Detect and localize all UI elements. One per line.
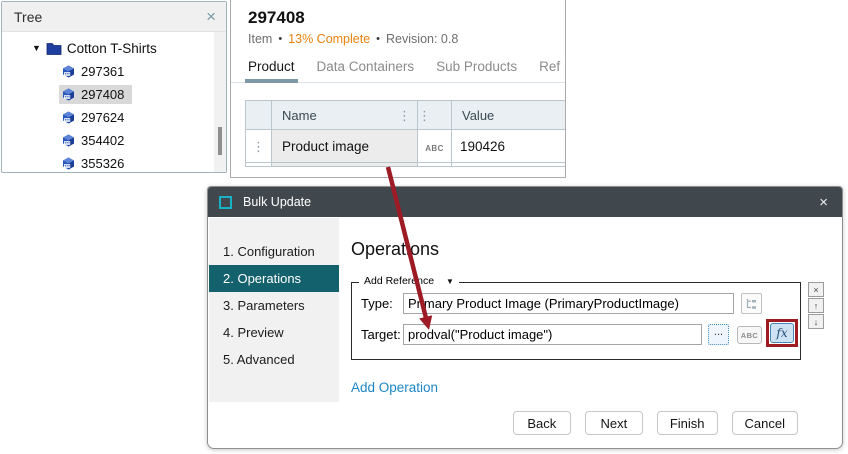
dialog-title: Bulk Update xyxy=(243,195,819,209)
move-up-button[interactable]: ↑ xyxy=(808,298,824,313)
tree-picker-button[interactable] xyxy=(741,293,762,314)
name-column-header: Name xyxy=(282,108,317,123)
step-parameters[interactable]: 3. Parameters xyxy=(209,292,339,319)
step-configuration[interactable]: 1. Configuration xyxy=(209,238,339,265)
bulk-update-dialog: Bulk Update × 1. Configuration 2. Operat… xyxy=(207,186,843,449)
add-operation-link[interactable]: Add Operation xyxy=(351,380,438,395)
tab-product[interactable]: Product xyxy=(248,59,295,82)
tab-bar: Product Data Containers Sub Products Ref xyxy=(231,59,565,83)
attribute-table: Name ⋮ ⋮ Value ⋮ Product image ABC xyxy=(245,100,566,167)
completion-status: 13% Complete xyxy=(288,32,370,46)
folder-icon xyxy=(46,42,62,55)
operation-type-selector[interactable]: Add Reference ▼ xyxy=(359,275,459,287)
back-button[interactable]: Back xyxy=(513,411,571,435)
item-cube-icon xyxy=(61,133,76,148)
tree-item-label: 297408 xyxy=(81,87,124,102)
tree-item-355326[interactable]: 355326 xyxy=(2,152,226,172)
item-type-label: Item xyxy=(248,32,272,46)
cell-attribute-name[interactable]: Product image xyxy=(272,130,418,163)
screenshot-root: Tree × ▼ Cotton T-Shirts xyxy=(0,0,848,454)
tab-data-containers[interactable]: Data Containers xyxy=(317,59,415,82)
tree-item-354402[interactable]: 354402 xyxy=(2,129,226,152)
browse-button[interactable]: ... xyxy=(708,324,729,345)
hierarchy-icon xyxy=(745,298,758,310)
tree-folder-cotton-t-shirts[interactable]: ▼ Cotton T-Shirts xyxy=(2,36,226,60)
close-icon[interactable]: × xyxy=(206,8,216,25)
header-handle-cell xyxy=(246,101,272,130)
tree-body: ▼ Cotton T-Shirts 297361 xyxy=(2,32,226,172)
header-type-cell[interactable]: ⋮ xyxy=(418,101,452,130)
target-input[interactable] xyxy=(403,324,702,345)
step-advanced[interactable]: 5. Advanced xyxy=(209,346,339,373)
bullet-separator: • xyxy=(376,33,380,45)
chevron-down-icon[interactable]: ▼ xyxy=(446,277,454,286)
move-down-button[interactable]: ↓ xyxy=(808,314,824,329)
table-header-row: Name ⋮ ⋮ Value xyxy=(246,101,567,130)
drag-handle-icon: ⋮ xyxy=(252,139,265,154)
row-drag-handle[interactable]: ⋮ xyxy=(246,130,272,163)
close-icon[interactable]: × xyxy=(819,195,828,210)
column-menu-icon[interactable]: ⋮ xyxy=(418,108,431,123)
wizard-steps: 1. Configuration 2. Operations 3. Parame… xyxy=(209,218,339,402)
add-reference-group: Add Reference ▼ Type: Target: ... ABC fx xyxy=(351,282,801,360)
header-value-cell[interactable]: Value xyxy=(452,101,567,130)
cell-attribute-value[interactable]: 190426 xyxy=(452,130,567,163)
tab-references[interactable]: Ref xyxy=(539,59,560,82)
tree-item-label: 354402 xyxy=(81,133,124,148)
cancel-button[interactable]: Cancel xyxy=(732,411,798,435)
app-icon xyxy=(219,196,232,209)
tree-folder-label: Cotton T-Shirts xyxy=(67,41,157,56)
tree-panel: Tree × ▼ Cotton T-Shirts xyxy=(1,1,227,173)
tree-scrollbar[interactable] xyxy=(214,32,226,172)
tree-item-label: 355326 xyxy=(81,156,124,171)
bullet-separator: • xyxy=(278,33,282,45)
tree-panel-header: Tree × xyxy=(2,2,226,32)
tab-sub-products[interactable]: Sub Products xyxy=(436,59,517,82)
item-cube-icon xyxy=(61,64,76,79)
step-preview[interactable]: 4. Preview xyxy=(209,319,339,346)
tree-item-297361[interactable]: 297361 xyxy=(2,60,226,83)
step-operations[interactable]: 2. Operations xyxy=(209,265,339,292)
header-name-cell[interactable]: Name ⋮ xyxy=(272,101,418,130)
value-column-header: Value xyxy=(462,108,494,123)
item-detail-panel: 297408 Item • 13% Complete • Revision: 0… xyxy=(230,0,566,178)
page-title: 297408 xyxy=(248,8,565,28)
item-cube-icon xyxy=(61,110,76,125)
cell-type-badge[interactable]: ABC xyxy=(418,130,452,163)
text-type-icon: ABC xyxy=(425,144,444,153)
dialog-titlebar[interactable]: Bulk Update × xyxy=(208,187,842,217)
item-meta: Item • 13% Complete • Revision: 0.8 xyxy=(248,32,565,46)
table-row-partial xyxy=(246,163,567,167)
tree-item-label: 297624 xyxy=(81,110,124,125)
item-cube-icon xyxy=(61,156,76,171)
table-row: ⋮ Product image ABC 190426 xyxy=(246,130,567,163)
remove-operation-button[interactable]: × xyxy=(808,282,824,297)
revision-label: Revision: 0.8 xyxy=(386,32,458,46)
chevron-down-icon[interactable]: ▼ xyxy=(32,43,41,53)
operation-type-label: Add Reference xyxy=(364,275,434,287)
operation-list-controls: × ↑ ↓ xyxy=(808,282,824,330)
text-mode-button[interactable]: ABC xyxy=(737,326,762,344)
type-input[interactable] xyxy=(403,293,734,314)
tree-panel-title: Tree xyxy=(14,9,42,25)
tree-scrollbar-thumb[interactable] xyxy=(218,127,222,155)
tree-item-297624[interactable]: 297624 xyxy=(2,106,226,129)
formula-fx-button[interactable]: fx xyxy=(770,323,794,343)
column-menu-icon[interactable]: ⋮ xyxy=(398,109,411,122)
finish-button[interactable]: Finish xyxy=(657,411,718,435)
item-cube-icon xyxy=(61,87,76,102)
operations-heading: Operations xyxy=(351,239,439,260)
annotation-highlight-box: fx xyxy=(766,319,798,347)
dialog-footer: Back Next Finish Cancel xyxy=(513,411,798,435)
next-button[interactable]: Next xyxy=(585,411,643,435)
target-field-label: Target: xyxy=(361,327,401,342)
tree-item-297408[interactable]: 297408 xyxy=(2,83,226,106)
tree-item-label: 297361 xyxy=(81,64,124,79)
type-field-label: Type: xyxy=(361,296,393,311)
